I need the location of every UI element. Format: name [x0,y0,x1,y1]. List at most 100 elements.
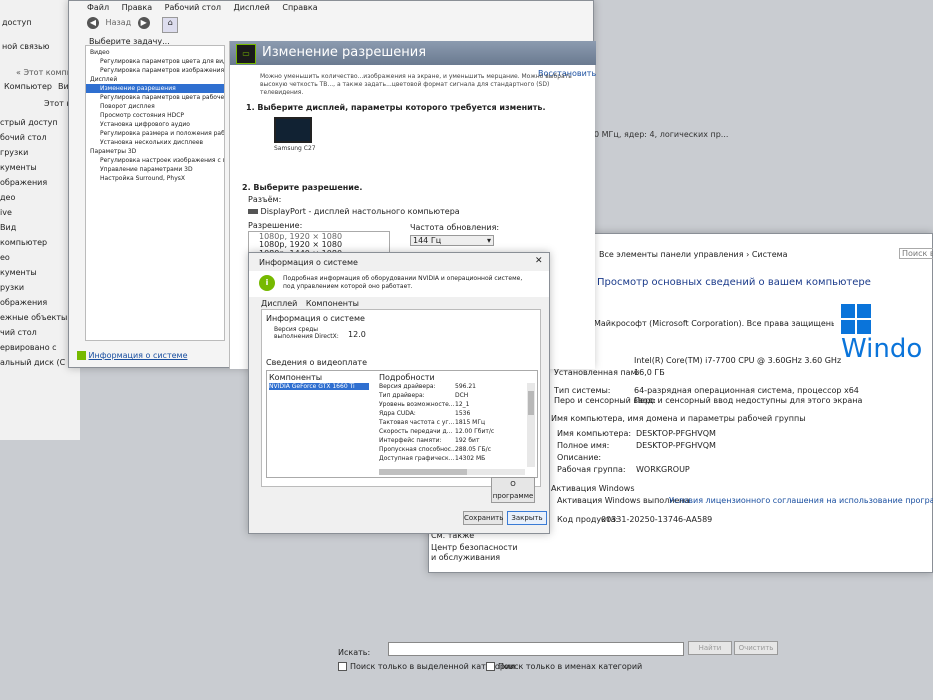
resolution-item[interactable]: 1080р, 1920 × 1080 [249,232,389,240]
nav-item[interactable]: компьютер [0,238,70,253]
tab-display[interactable]: Дисплей [261,299,297,308]
tree-item[interactable]: Управление параметрами 3D [86,165,224,174]
description-label: Описание: [557,453,602,462]
nav-item[interactable]: ео [0,253,70,268]
tree-item[interactable]: Установка цифрового аудио [86,120,224,129]
nav-item[interactable]: бочий стол [0,133,70,148]
detail-row: Версия драйвера: 596.21 [379,383,525,392]
checkbox[interactable] [338,662,347,671]
tree-item[interactable]: Регулировка параметров цвета рабоче [86,93,224,102]
tree-category[interactable]: Видео [86,48,224,57]
menu-file[interactable]: Файл [87,3,109,12]
nav-item[interactable]: ive [0,208,70,223]
processor-value: Intel(R) Core(TM) i7-7700 CPU @ 3.60GHz … [634,356,842,365]
system-breadcrumb[interactable]: Все элементы панели управления › Система [599,250,819,259]
copyright-text: Майкрософт (Microsoft Corporation). Все … [594,319,834,328]
tree-item[interactable]: Регулировка размера и положения рабо [86,129,224,138]
nav-item[interactable]: Вид [0,223,70,238]
find-button[interactable]: Найти [688,641,732,655]
option-category-names[interactable]: Поиск только в именах категорий [486,662,642,671]
explorer-quick-access-text: доступ [2,18,32,27]
workgroup-value: WORKGROUP [636,465,690,474]
gpu-row[interactable]: NVIDIA GeForce GTX 1660 Ti [269,383,369,390]
back-arrow-icon[interactable]: ◀ [87,17,99,29]
tree-item[interactable]: Регулировка настроек изображения с п [86,156,224,165]
monitor-selector[interactable]: Samsung C27... [274,117,316,152]
nav-item[interactable]: ежные объекты [0,313,70,328]
tree-category[interactable]: Параметры 3D [86,147,224,156]
tree-item[interactable]: Регулировка параметров цвета для вид [86,57,224,66]
nav-item[interactable]: рузки [0,283,70,298]
systype-label: Тип системы: [554,386,611,395]
detail-key: Пропускная способнос... [379,446,457,453]
refresh-dropdown[interactable]: 144 Гц ▾ [410,235,494,246]
tree-item[interactable]: Регулировка параметров изображения д [86,66,224,75]
detail-key: Тип драйвера: [379,392,425,399]
tree-item[interactable]: Установка нескольких дисплеев [86,138,224,147]
workgroup-label: Рабочая группа: [557,465,626,474]
nav-item[interactable]: кументы [0,163,70,178]
close-icon[interactable]: ✕ [535,256,543,266]
h-scroll-thumb[interactable] [379,469,467,475]
about-button[interactable]: О программе [491,477,535,503]
sysinfo-link-row[interactable]: Информация о системе [77,351,187,360]
nav-item[interactable]: стрый доступ [0,118,70,133]
connector-text: DisplayPort - дисплей настольного компью… [260,207,460,216]
menu-display[interactable]: Дисплей [234,3,270,12]
horizontal-scrollbar[interactable] [379,469,525,475]
sysinfo-dialog: Информация о системе ✕ i Подробная инфор… [248,252,550,534]
detail-key: Скорость передачи д... [379,428,453,435]
nav-item[interactable]: кументы [0,268,70,283]
license-link[interactable]: Условия лицензионного соглашения на испо… [669,496,933,505]
detail-row: Скорость передачи д... 12.00 Гбит/с [379,428,525,437]
security-center-link[interactable]: Центр безопасности и обслуживания [431,543,521,563]
menu-desktop[interactable]: Рабочий стол [165,3,221,12]
details-scroll-thumb[interactable] [528,391,534,415]
nav-item[interactable]: ображения [0,178,70,193]
search-input[interactable] [388,642,684,656]
back-label[interactable]: Назад [106,18,132,27]
nvidia-toolbar: ◀ Назад ▶ ⌂ [87,17,179,33]
checkbox[interactable] [486,662,495,671]
explorer-col-computer[interactable]: Компьютер [4,82,52,91]
detail-key: Версия драйвера: [379,383,436,390]
page-description: Можно уменьшить количество...изображения… [260,73,572,96]
save-button[interactable]: Сохранить [463,511,503,525]
bottom-search-bar: Искать: Найти Очистить Поиск только в вы… [300,636,820,672]
connector-value[interactable]: DisplayPort - дисплей настольного компью… [248,207,460,216]
nav-item[interactable]: грузки [0,148,70,163]
nav-item[interactable]: део [0,193,70,208]
nav-item[interactable]: альный диск (С [0,358,70,373]
nav-item[interactable]: ображения [0,298,70,313]
page-title: Изменение разрешения [262,45,427,60]
systype-value: 64-разрядная операционная система, проце… [634,386,859,395]
pen-value: Перо и сенсорный ввод недоступны для это… [634,396,863,405]
option-category-names-label: Поиск только в именах категорий [498,662,643,671]
sysinfo-link[interactable]: Информация о системе [89,351,188,360]
close-button[interactable]: Закрыть [507,511,547,525]
dialog-tabs: Дисплей Компоненты [261,299,359,308]
connector-icon [248,209,258,214]
tree-item[interactable]: Изменение разрешения [86,84,224,93]
nav-item[interactable]: ервировано с [0,343,70,358]
card-table: Компоненты Подробности NVIDIA GeForce GT… [266,370,538,478]
tree-category[interactable]: Дисплей [86,75,224,84]
menu-help[interactable]: Справка [282,3,317,12]
forward-arrow-icon[interactable]: ▶ [137,17,150,29]
tree-item[interactable]: Поворот дисплея [86,102,224,111]
tree-item[interactable]: Просмотр состояния HDCP [86,111,224,120]
resolution-item[interactable]: 1080р, 1920 × 1080 [249,240,389,249]
refresh-value: 144 Гц [413,236,442,245]
details-scrollbar[interactable] [527,383,535,467]
tree-item[interactable]: Настройка Surround, PhysX [86,174,224,183]
home-icon[interactable]: ⌂ [162,17,179,33]
system-search-input[interactable]: Поиск в [899,248,933,259]
details-list: Версия драйвера: 596.21 Тип драйвера: DCH Ур… [379,383,525,464]
clear-button[interactable]: Очистить [734,641,778,655]
tab-components[interactable]: Компоненты [306,299,359,308]
ram-label: Установленная память (ОЗУ): [554,368,639,377]
nav-item[interactable]: чий стол [0,328,70,343]
detail-value: 1815 МГц [455,419,486,426]
explorer-network-text: ной связью [2,42,50,51]
menu-edit[interactable]: Правка [122,3,152,12]
